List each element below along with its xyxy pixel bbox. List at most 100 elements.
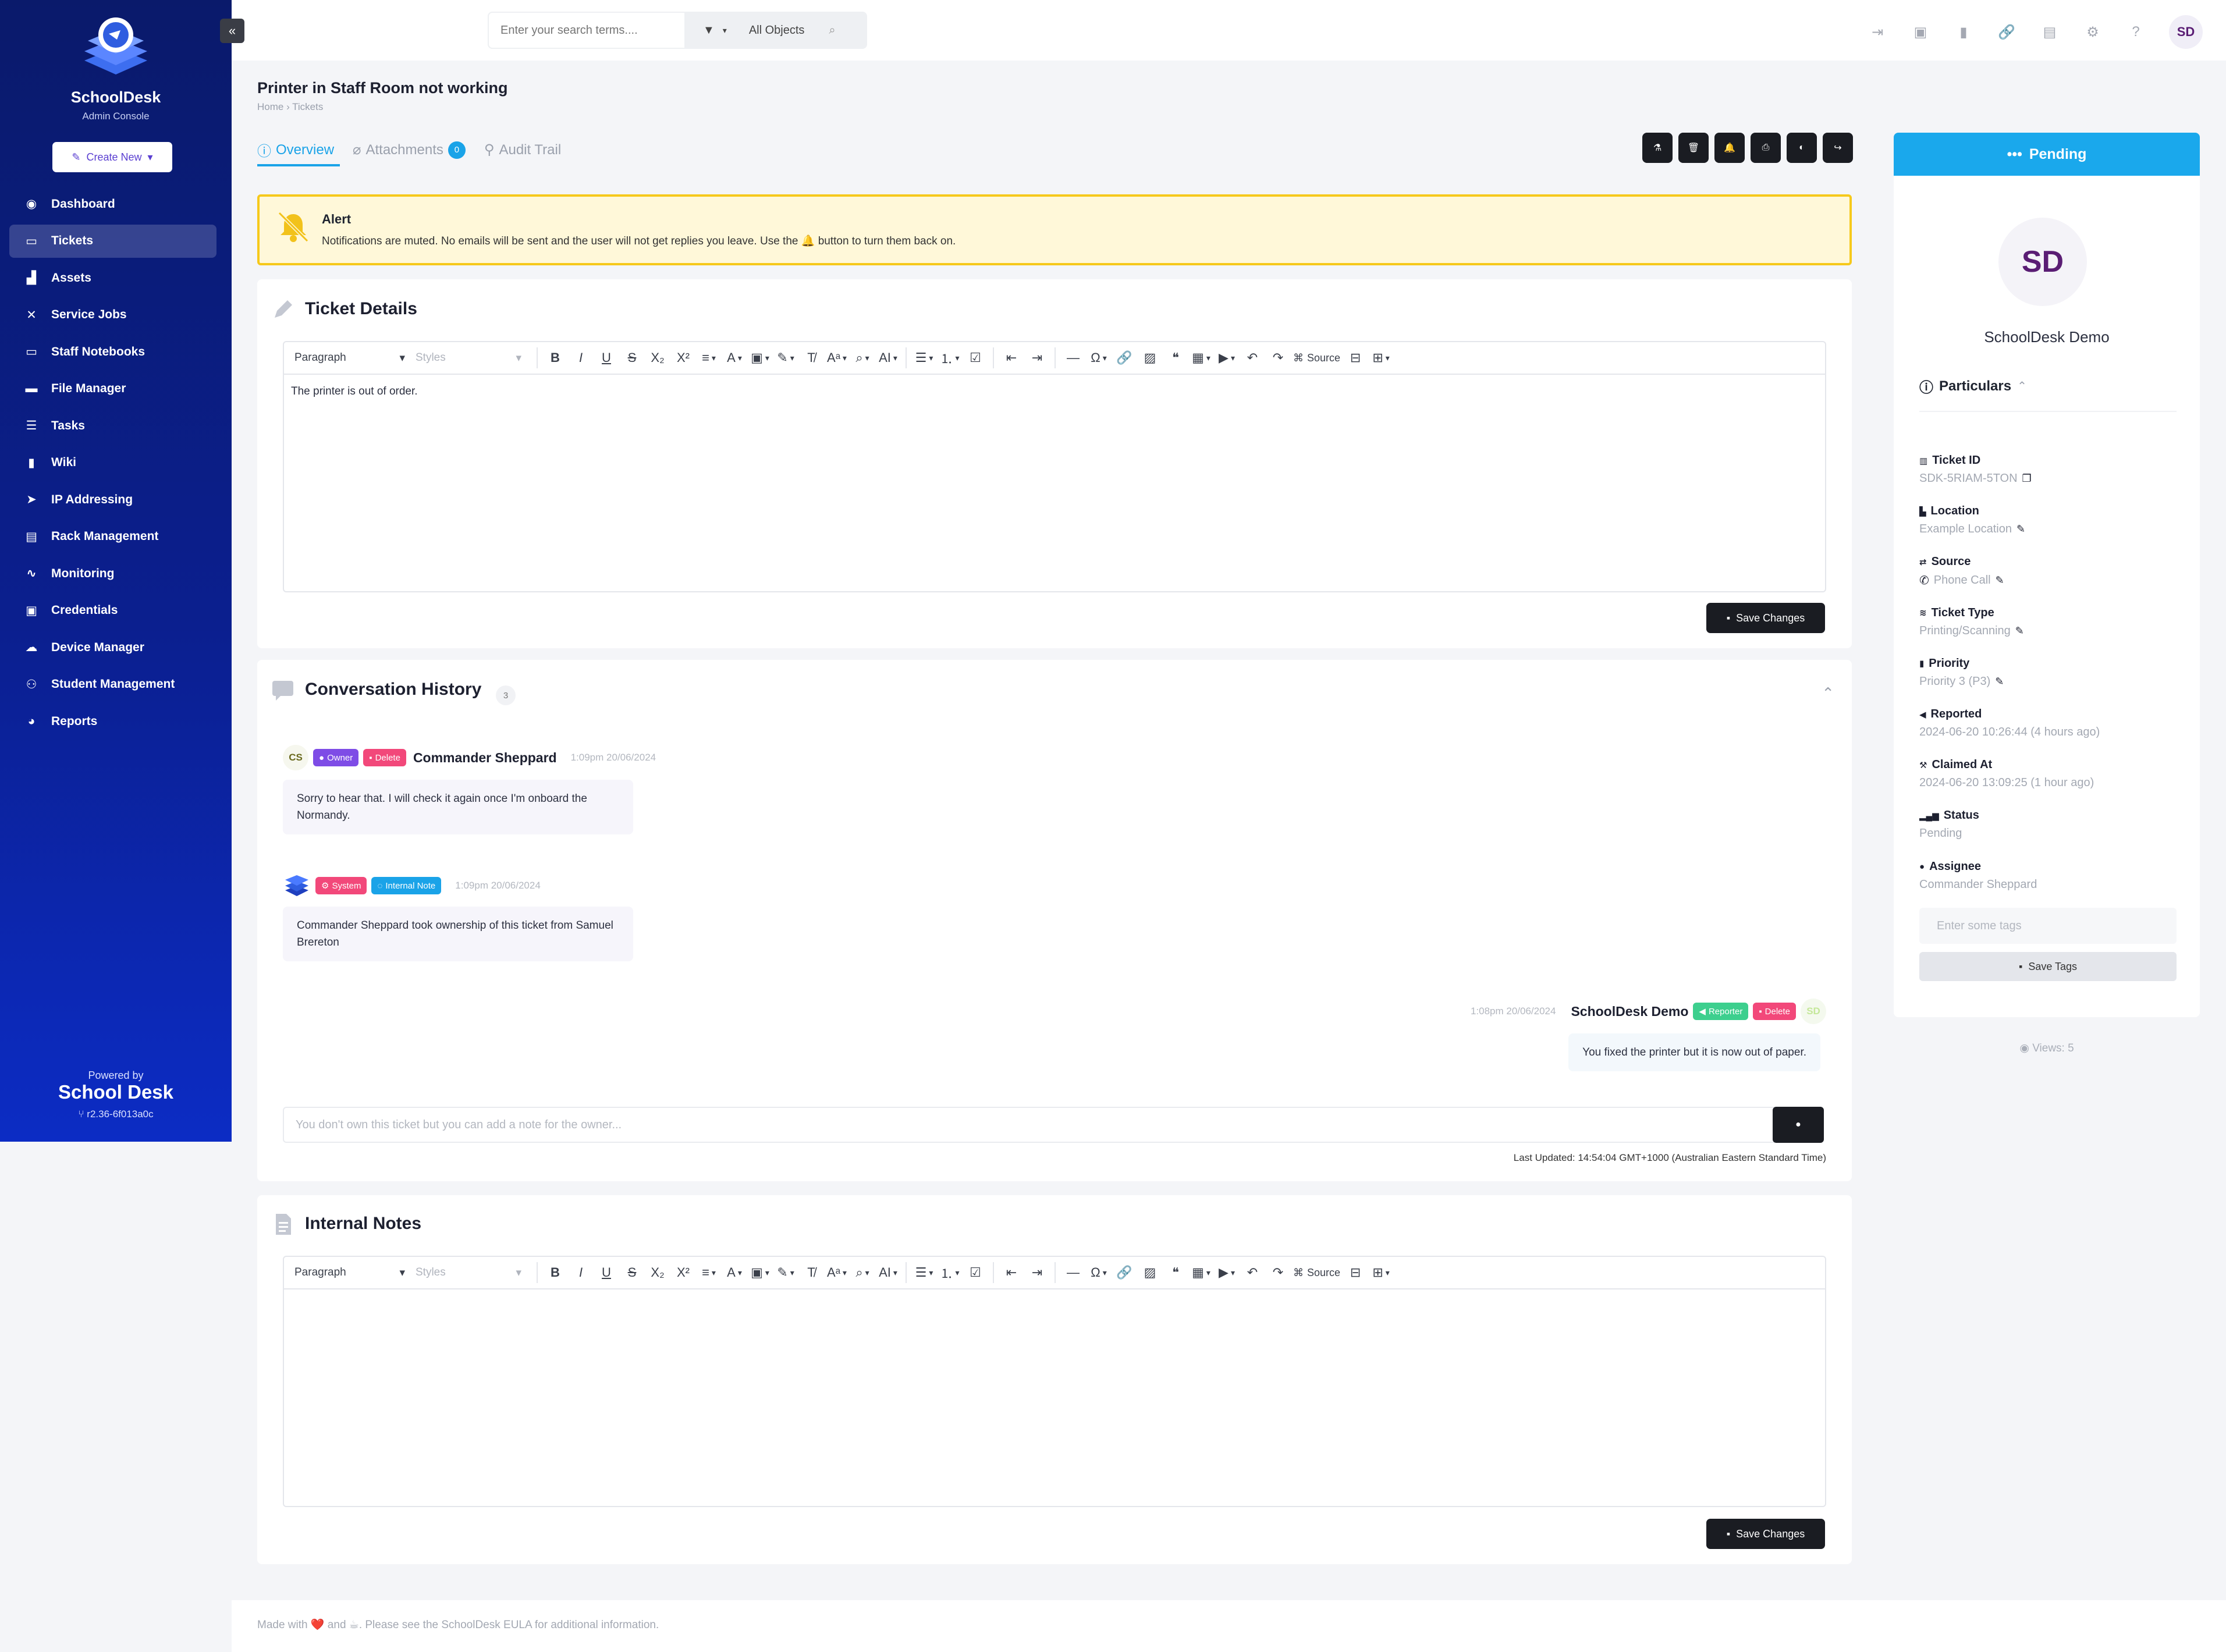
highlight-icon[interactable]: ✎ (773, 346, 798, 370)
numbered-list-icon[interactable]: ⒈ (937, 1261, 963, 1284)
chevron-up-icon[interactable]: ⌃ (1822, 684, 1834, 702)
font-color-icon[interactable]: A (722, 346, 747, 370)
link-icon[interactable]: 🔗 (1112, 346, 1137, 370)
chat-icon[interactable]: ▤ (2040, 22, 2060, 42)
font-size-icon[interactable]: AI (875, 1261, 901, 1284)
sidebar-item-service-jobs[interactable]: ✕ Service Jobs (9, 299, 216, 332)
align-icon[interactable]: ≡ (696, 1261, 722, 1284)
strikethrough-icon[interactable]: S (619, 346, 645, 370)
todo-list-icon[interactable]: ☑ (963, 346, 988, 370)
edit-icon[interactable]: ✎ (1995, 676, 2004, 688)
italic-icon[interactable]: I (568, 346, 594, 370)
redo-icon[interactable]: ↷ (1265, 346, 1291, 370)
bullet-list-icon[interactable]: ☰ (911, 1261, 937, 1284)
subscript-icon[interactable]: X₂ (645, 346, 670, 370)
bookmark-icon[interactable]: ▮ (1954, 22, 1973, 42)
sidebar-item-reports[interactable]: ◕ Reports (9, 705, 216, 738)
styles-select[interactable]: Styles ▾ (416, 351, 532, 365)
edit-icon[interactable]: ✎ (2015, 625, 2024, 637)
template-icon[interactable]: ⊞ (1368, 1261, 1394, 1284)
bg-color-icon[interactable]: ▣ (747, 346, 773, 370)
sidebar-item-device-manager[interactable]: ☁ Device Manager (9, 631, 216, 664)
sidebar-item-file-manager[interactable]: ▬ File Manager (9, 372, 216, 406)
collapse-sidebar-button[interactable]: « (220, 19, 244, 43)
quote-icon[interactable]: ❝ (1163, 1261, 1188, 1284)
bullet-list-icon[interactable]: ☰ (911, 346, 937, 370)
align-icon[interactable]: ≡ (696, 346, 722, 370)
template-icon[interactable]: ⊞ (1368, 346, 1394, 370)
horizontal-line-icon[interactable]: — (1060, 346, 1086, 370)
save-tags-button[interactable]: ▪ Save Tags (1919, 952, 2177, 981)
text-case-icon[interactable]: Aᵃ (824, 346, 850, 370)
sidebar-item-dashboard[interactable]: ◉ Dashboard (9, 187, 216, 221)
format-select[interactable]: Paragraph ▾ (294, 351, 416, 365)
help-icon[interactable]: ? (2126, 22, 2146, 42)
copy-icon[interactable]: ❐ (2022, 472, 2032, 485)
sidebar-item-monitoring[interactable]: ∿ Monitoring (9, 557, 216, 590)
send-note-button[interactable]: ● (1773, 1107, 1824, 1143)
remove-format-icon[interactable]: T̸ (798, 1261, 824, 1284)
page-break-icon[interactable]: ⊟ (1343, 346, 1368, 370)
redo-icon[interactable]: ↷ (1265, 1261, 1291, 1284)
superscript-icon[interactable]: X² (670, 346, 696, 370)
sidebar-item-tickets[interactable]: ▭ Tickets (9, 224, 216, 258)
image-icon[interactable]: ▨ (1137, 1261, 1163, 1284)
underline-icon[interactable]: U (594, 346, 619, 370)
gear-icon[interactable]: ⚙ (2083, 22, 2103, 42)
format-select[interactable]: Paragraph ▾ (294, 1266, 416, 1280)
special-chars-icon[interactable]: Ω (1086, 346, 1112, 370)
wizard-icon[interactable]: ⚗ (1642, 133, 1673, 163)
image-icon[interactable]: ▨ (1137, 346, 1163, 370)
indent-icon[interactable]: ⇥ (1024, 1261, 1050, 1284)
search-input[interactable] (488, 12, 686, 49)
media-icon[interactable]: ▶ (1214, 1261, 1240, 1284)
source-button[interactable]: ⌘ Source (1291, 346, 1343, 370)
save-internal-notes-button[interactable]: ▪ Save Changes (1706, 1519, 1825, 1549)
bg-color-icon[interactable]: ▣ (747, 1261, 773, 1284)
tab-attachments[interactable]: ⌀ Attachments 0 (353, 140, 466, 160)
horizontal-line-icon[interactable]: — (1060, 1261, 1086, 1284)
tab-audit-trail[interactable]: ⚲ Audit Trail (484, 140, 561, 160)
sidebar-item-staff-notebooks[interactable]: ▭ Staff Notebooks (9, 335, 216, 368)
logout-icon[interactable]: ⇥ (1868, 22, 1887, 42)
sidebar-item-tasks[interactable]: ☰ Tasks (9, 409, 216, 442)
text-case-icon[interactable]: Aᵃ (824, 1261, 850, 1284)
profile-icon[interactable]: ▣ (1911, 22, 1930, 42)
table-icon[interactable]: ▦ (1188, 346, 1214, 370)
outdent-icon[interactable]: ⇤ (999, 346, 1024, 370)
bold-icon[interactable]: B (542, 346, 568, 370)
delete-badge[interactable]: ▪ Delete (1753, 1003, 1796, 1020)
strikethrough-icon[interactable]: S (619, 1261, 645, 1284)
edit-icon[interactable]: ✎ (1996, 574, 2004, 587)
superscript-icon[interactable]: X² (670, 1261, 696, 1284)
subscript-icon[interactable]: X₂ (645, 1261, 670, 1284)
undo-icon[interactable]: ↶ (1240, 1261, 1265, 1284)
sidebar-item-ip-addressing[interactable]: ➤ IP Addressing (9, 483, 216, 516)
font-size-icon[interactable]: AI (875, 346, 901, 370)
todo-list-icon[interactable]: ☑ (963, 1261, 988, 1284)
tab-overview[interactable]: ⓘ Overview (257, 140, 334, 160)
trash-icon[interactable]: 🗑 (1678, 133, 1709, 163)
sidebar-item-assets[interactable]: ▟ Assets (9, 261, 216, 294)
undo-icon[interactable]: ↶ (1240, 346, 1265, 370)
italic-icon[interactable]: I (568, 1261, 594, 1284)
find-icon[interactable]: ⌕ (850, 346, 875, 370)
indent-icon[interactable]: ⇥ (1024, 346, 1050, 370)
sidebar-item-credentials[interactable]: ▣ Credentials (9, 594, 216, 627)
sidebar-item-student-management[interactable]: ⚇ Student Management (9, 668, 216, 701)
outdent-icon[interactable]: ⇤ (999, 1261, 1024, 1284)
media-icon[interactable]: ▶ (1214, 346, 1240, 370)
quote-icon[interactable]: ❝ (1163, 346, 1188, 370)
delete-badge[interactable]: ▪ Delete (363, 749, 406, 766)
numbered-list-icon[interactable]: ⒈ (937, 346, 963, 370)
sidebar-item-wiki[interactable]: ▮ Wiki (9, 446, 216, 479)
find-icon[interactable]: ⌕ (850, 1261, 875, 1284)
search-icon[interactable]: ⌕ (829, 24, 835, 37)
internal-notes-body[interactable] (284, 1289, 1825, 1505)
source-button[interactable]: ⌘ Source (1291, 1261, 1343, 1284)
tags-input[interactable]: Enter some tags (1919, 908, 2177, 944)
object-filter[interactable]: ▼ ▾ All Objects ⌕ (686, 24, 836, 37)
ticket-details-body[interactable]: The printer is out of order. (284, 375, 1825, 408)
special-chars-icon[interactable]: Ω (1086, 1261, 1112, 1284)
save-ticket-details-button[interactable]: ▪ Save Changes (1706, 603, 1825, 633)
